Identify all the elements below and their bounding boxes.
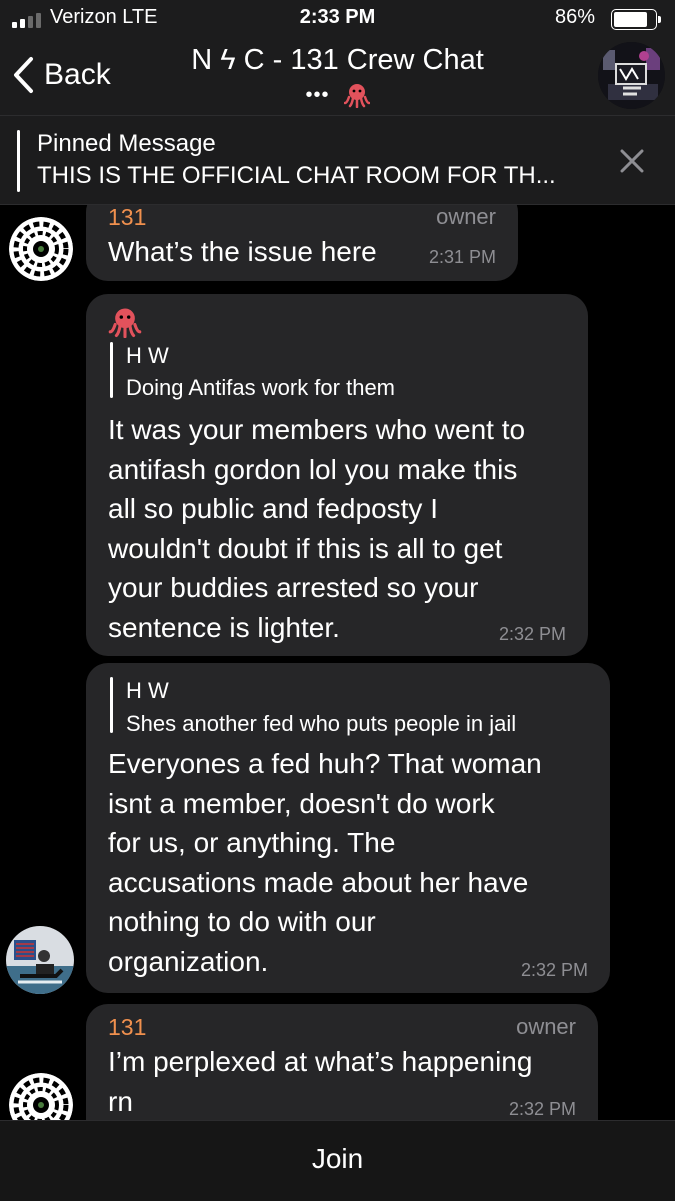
back-button[interactable]: Back — [12, 56, 111, 94]
message-line: for us, or anything. The — [108, 827, 396, 858]
message-line: wouldn't doubt if this is all to get — [108, 532, 503, 564]
join-button[interactable]: Join — [0, 1143, 675, 1175]
join-bar: Join — [0, 1120, 675, 1201]
message-bubble[interactable]: H W Shes another fed who puts people in … — [86, 663, 610, 993]
reply-preview[interactable]: Doing Antifas work for them — [126, 375, 395, 401]
message-bubble[interactable]: H W Doing Antifas work for them It was y… — [86, 294, 588, 656]
message-time: 2:32 PM — [520, 960, 588, 980]
message-text: What’s the issue here — [108, 236, 377, 267]
pinned-message[interactable]: Pinned Message THIS IS THE OFFICIAL CHAT… — [0, 116, 675, 205]
message-line: accusations made about her have — [108, 866, 529, 898]
reply-sender[interactable]: H W — [126, 678, 169, 704]
chat-title[interactable]: N ϟ C - 131 Crew Chat — [140, 44, 535, 77]
message-line: Everyones a fed huh? That woman — [108, 748, 542, 779]
message-text: It was your members who went to antifash… — [108, 410, 578, 647]
sender-name[interactable]: 131 — [108, 1014, 146, 1041]
chevron-left-icon — [14, 57, 33, 93]
black-sun-avatar — [9, 217, 73, 281]
typing-dots: ••• — [305, 84, 330, 106]
message-line: isnt a member, doesn't do work — [108, 787, 495, 819]
pinned-accent-bar — [17, 130, 20, 192]
black-sun-avatar — [9, 1073, 73, 1120]
reply-preview[interactable]: Shes another fed who puts people in jail — [126, 711, 516, 737]
octopus-icon — [343, 84, 370, 108]
photo-avatar — [6, 926, 74, 994]
message-text: Everyones a fed huh? That woman isnt a m… — [108, 744, 598, 981]
message-time: 2:31 PM — [428, 247, 496, 267]
reply-sender[interactable]: H W — [126, 343, 169, 369]
avatar[interactable] — [9, 1073, 73, 1120]
chat-header: Back N ϟ C - 131 Crew Chat ••• — [0, 38, 675, 116]
message-time: 2:32 PM — [498, 624, 566, 644]
octopus-icon — [108, 308, 142, 338]
pinned-title: Pinned Message — [37, 130, 216, 157]
group-avatar-image — [598, 42, 665, 109]
reply-accent-bar — [110, 677, 113, 733]
message-line: your buddies arrested so your — [108, 572, 479, 603]
sender-role: owner — [516, 1014, 576, 1039]
message-line: I’m perplexed at what’s happening — [108, 1046, 533, 1077]
group-avatar[interactable] — [598, 42, 665, 109]
reply-accent-bar — [110, 342, 113, 398]
message-line: nothing to do with our — [108, 906, 376, 937]
back-label: Back — [44, 58, 111, 91]
message-bubble[interactable]: 131 owner What’s the issue here 2:31 PM — [86, 205, 518, 281]
battery-percentage: 86% — [554, 6, 595, 28]
status-bar: Verizon LTE 2:33 PM 86% — [0, 0, 675, 38]
message-list[interactable]: 131 owner What’s the issue here 2:31 PM … — [0, 205, 675, 1120]
message-time: 2:32 PM — [508, 1099, 576, 1119]
message-line: It was your members who went to — [108, 414, 526, 445]
chat-subtitle: ••• — [300, 82, 375, 108]
message-line: antifash gordon lol you make this — [108, 453, 518, 485]
battery-icon — [611, 9, 661, 30]
message-line: all so public and fedposty I — [108, 493, 438, 524]
message-bubble[interactable]: 131 owner I’m perplexed at what’s happen… — [86, 1004, 598, 1120]
sender-name[interactable]: 131 — [108, 205, 146, 231]
avatar[interactable] — [6, 926, 74, 994]
pinned-text: THIS IS THE OFFICIAL CHAT ROOM FOR TH... — [37, 162, 556, 189]
avatar[interactable] — [9, 217, 73, 281]
sender-role: owner — [436, 205, 496, 229]
close-icon[interactable] — [617, 146, 647, 176]
